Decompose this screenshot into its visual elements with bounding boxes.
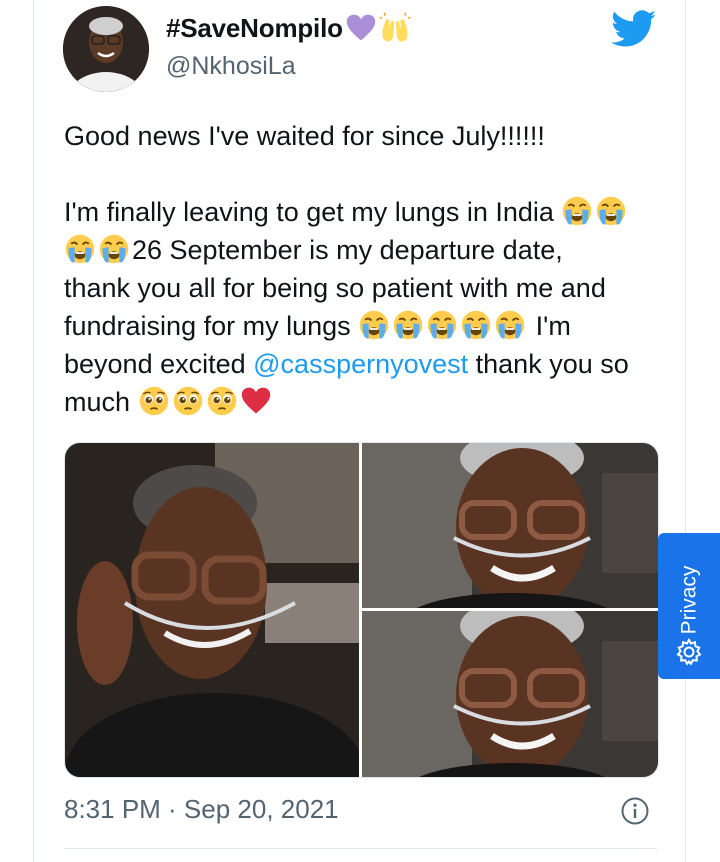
card-border-right xyxy=(685,0,686,862)
crying-face-icon xyxy=(358,309,390,341)
tweet-line: much xyxy=(64,383,664,421)
tweet-text: Good news I've waited for since July!!!!… xyxy=(64,117,664,421)
pleading-face-icon xyxy=(172,385,204,417)
gear-icon xyxy=(676,637,702,666)
crying-face-icon xyxy=(426,309,458,341)
tweet-paragraph: Good news I've waited for since July!!!!… xyxy=(64,121,545,151)
photo-selfie-smiling-top[interactable] xyxy=(362,443,658,608)
tweet-line: beyond excited @casspernyovest thank you… xyxy=(64,349,629,379)
crying-face-icon xyxy=(98,233,130,265)
tweet-line: fundraising for my lungs I'm xyxy=(64,309,571,341)
raising-hands-icon xyxy=(379,12,411,44)
purple-heart-icon xyxy=(345,12,377,44)
info-icon[interactable] xyxy=(620,796,650,826)
red-heart-icon xyxy=(240,385,272,417)
pleading-face-icon xyxy=(206,385,238,417)
crying-face-icon xyxy=(64,233,96,265)
user-handle[interactable]: @NkhosiLa xyxy=(166,52,296,81)
privacy-label: Privacy xyxy=(677,565,701,635)
avatar[interactable] xyxy=(63,6,149,92)
twitter-logo-icon[interactable] xyxy=(611,10,657,48)
crying-face-icon xyxy=(392,309,424,341)
pleading-face-icon xyxy=(138,385,170,417)
card-border-left xyxy=(33,0,34,862)
tweet-line: I'm finally leaving to get my lungs in I… xyxy=(64,193,664,231)
tweet-line: thank you all for being so patient with … xyxy=(64,273,606,303)
display-name[interactable]: #SaveNompilo xyxy=(166,13,343,44)
media-grid xyxy=(64,442,659,778)
crying-face-icon xyxy=(595,195,627,227)
divider xyxy=(64,848,657,849)
mention-link[interactable]: @casspernyovest xyxy=(253,349,468,379)
photo-selfie-in-car[interactable] xyxy=(65,443,359,777)
crying-face-icon xyxy=(460,309,492,341)
photo-selfie-smiling-bottom[interactable] xyxy=(362,611,658,777)
tweet-timestamp[interactable]: 8:31 PM · Sep 20, 2021 xyxy=(64,794,339,825)
crying-face-icon xyxy=(561,195,593,227)
crying-face-icon xyxy=(494,309,526,341)
privacy-button[interactable]: Privacy xyxy=(658,533,720,679)
author-name-row[interactable]: #SaveNompilo xyxy=(166,12,411,44)
tweet-line: 26 September is my departure date, xyxy=(64,231,664,269)
